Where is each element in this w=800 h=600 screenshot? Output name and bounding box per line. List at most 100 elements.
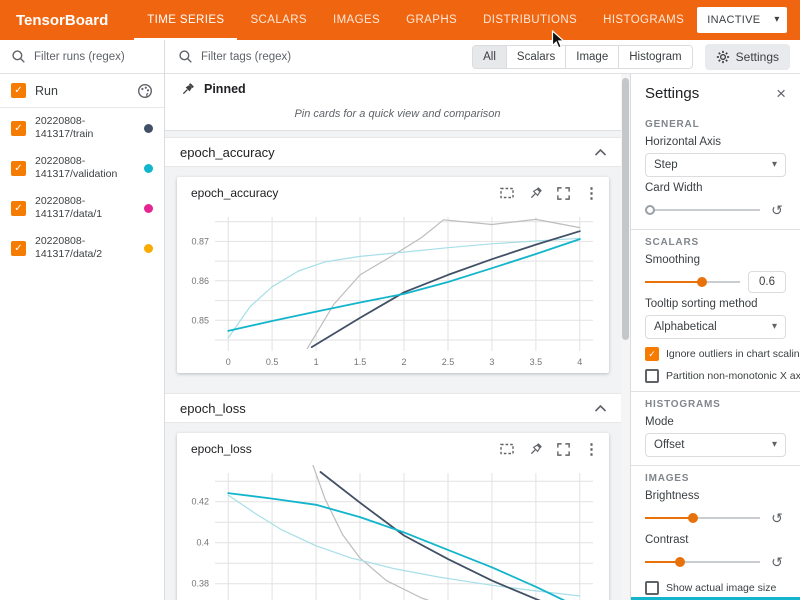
reset-icon[interactable]: ↺ — [768, 203, 786, 217]
card-header: epoch_loss ⋮ — [177, 433, 609, 465]
tags-filter-input[interactable] — [201, 51, 464, 63]
scrollbar-track[interactable] — [621, 74, 630, 600]
fullscreen-icon[interactable] — [556, 442, 571, 457]
main-region: All Scalars Image Histogram Settings Pin… — [165, 40, 800, 600]
section-header-epoch-loss[interactable]: epoch_loss — [165, 393, 630, 423]
pin-card-icon[interactable] — [528, 186, 543, 201]
divider — [631, 391, 800, 392]
partition-x-axis-label: Partition non-monotonic X axis — [666, 370, 800, 382]
run-name: 20220808-141317/data/1 — [35, 195, 102, 221]
color-palette-icon[interactable] — [137, 83, 153, 99]
smoothing-slider[interactable] — [645, 275, 740, 289]
epoch-accuracy-card: epoch_accuracy ⋮ 00.511.522.533.540.850.… — [177, 177, 609, 373]
smoothing-label: Smoothing — [645, 254, 786, 266]
tooltip-sorting-value: Alphabetical — [654, 321, 717, 333]
tags-toolbar: All Scalars Image Histogram Settings — [165, 40, 800, 74]
filter-scalars-button[interactable]: Scalars — [506, 46, 565, 68]
svg-text:0.38: 0.38 — [191, 579, 209, 589]
svg-text:0.4: 0.4 — [196, 538, 209, 548]
brightness-row: ↺ — [645, 507, 786, 529]
settings-panel-header: Settings × — [645, 74, 786, 112]
smoothing-row: 0.6 — [645, 271, 786, 293]
epoch-accuracy-chart[interactable]: 00.511.522.533.540.850.860.87 — [177, 209, 609, 373]
main-tabs: TIME SERIES SCALARS IMAGES GRAPHS DISTRI… — [134, 0, 697, 40]
contrast-slider[interactable] — [645, 555, 760, 569]
slider-track — [645, 209, 760, 211]
runs-sidebar: ✓ Run ✓ 20220808-141317/train ✓ 20220808… — [0, 40, 165, 600]
tab-images[interactable]: IMAGES — [320, 0, 393, 40]
partition-x-axis-checkbox[interactable] — [645, 369, 659, 383]
chevron-down-icon: ▾ — [772, 160, 777, 170]
tab-scalars[interactable]: SCALARS — [237, 0, 320, 40]
epoch-loss-chart[interactable]: 00.511.522.533.540.420.40.380.36 — [177, 465, 609, 600]
section-title: epoch_accuracy — [180, 145, 275, 160]
tooltip-sorting-select[interactable]: Alphabetical ▾ — [645, 315, 786, 339]
pin-card-icon[interactable] — [528, 442, 543, 457]
pinned-block: Pinned Pin cards for a quick view and co… — [165, 74, 630, 131]
runs-header-label: Run — [35, 84, 58, 98]
histogram-mode-select[interactable]: Offset ▾ — [645, 433, 786, 457]
horizontal-axis-select[interactable]: Step ▾ — [645, 153, 786, 177]
run-row-data-2[interactable]: ✓ 20220808-141317/data/2 — [0, 228, 164, 268]
chevron-up-icon[interactable] — [594, 148, 615, 157]
run-checkbox[interactable]: ✓ — [11, 241, 26, 256]
tab-histograms[interactable]: HISTOGRAMS — [590, 0, 697, 40]
run-row-train[interactable]: ✓ 20220808-141317/train — [0, 108, 164, 148]
tab-graphs[interactable]: GRAPHS — [393, 0, 470, 40]
slider-thumb[interactable] — [675, 557, 685, 567]
check-icon: ✓ — [14, 203, 22, 214]
slider-fill — [645, 281, 702, 283]
ignore-outliers-row[interactable]: ✓ Ignore outliers in chart scaling — [645, 347, 786, 361]
ignore-outliers-label: Ignore outliers in chart scaling — [666, 348, 800, 360]
more-options-icon[interactable]: ⋮ — [584, 442, 599, 457]
run-name: 20220808-141317/validation — [35, 155, 117, 181]
partition-x-axis-row[interactable]: Partition non-monotonic X axis i — [645, 369, 786, 383]
settings-button[interactable]: Settings — [705, 44, 790, 70]
reset-icon[interactable]: ↺ — [768, 511, 786, 525]
fullscreen-icon[interactable] — [556, 186, 571, 201]
chevron-up-icon[interactable] — [594, 404, 615, 413]
card-title: epoch_loss — [191, 442, 252, 456]
settings-button-label: Settings — [736, 50, 779, 64]
plugin-filter-group: All Scalars Image Histogram — [472, 45, 693, 69]
filter-all-button[interactable]: All — [473, 46, 506, 68]
slider-thumb[interactable] — [645, 205, 655, 215]
svg-text:4: 4 — [577, 357, 582, 367]
reset-icon[interactable]: ↺ — [768, 555, 786, 569]
slider-thumb[interactable] — [688, 513, 698, 523]
slider-thumb[interactable] — [697, 277, 707, 287]
svg-text:3.5: 3.5 — [530, 357, 543, 367]
run-row-validation[interactable]: ✓ 20220808-141317/validation — [0, 148, 164, 188]
ignore-outliers-checkbox[interactable]: ✓ — [645, 347, 659, 361]
scrollbar-thumb[interactable] — [622, 78, 629, 340]
run-row-data-1[interactable]: ✓ 20220808-141317/data/1 — [0, 188, 164, 228]
run-checkbox[interactable]: ✓ — [11, 121, 26, 136]
runs-filter-input[interactable] — [34, 51, 153, 63]
check-icon: ✓ — [14, 85, 22, 96]
show-actual-size-row[interactable]: Show actual image size — [645, 581, 786, 595]
filter-histogram-button[interactable]: Histogram — [618, 46, 691, 68]
run-select-all-checkbox[interactable]: ✓ — [11, 83, 26, 98]
brightness-slider[interactable] — [645, 511, 760, 525]
tab-time-series[interactable]: TIME SERIES — [134, 0, 237, 40]
divider — [631, 465, 800, 466]
card-width-row: ↺ — [645, 199, 786, 221]
histograms-section-label: HISTOGRAMS — [645, 399, 786, 410]
filter-image-button[interactable]: Image — [565, 46, 618, 68]
run-checkbox[interactable]: ✓ — [11, 161, 26, 176]
section-header-epoch-accuracy[interactable]: epoch_accuracy — [165, 137, 630, 167]
svg-text:0.42: 0.42 — [191, 497, 209, 507]
more-options-icon[interactable]: ⋮ — [584, 186, 599, 201]
pinned-header: Pinned — [165, 74, 630, 104]
run-checkbox[interactable]: ✓ — [11, 201, 26, 216]
fit-to-data-icon[interactable] — [499, 185, 515, 201]
card-width-slider[interactable] — [645, 203, 760, 217]
show-actual-size-checkbox[interactable] — [645, 581, 659, 595]
fit-to-data-icon[interactable] — [499, 441, 515, 457]
smoothing-value-input[interactable]: 0.6 — [748, 271, 786, 293]
run-color-dot — [144, 244, 153, 253]
tab-distributions[interactable]: DISTRIBUTIONS — [470, 0, 590, 40]
close-icon[interactable]: × — [776, 85, 786, 102]
svg-text:3: 3 — [489, 357, 494, 367]
reload-status-dropdown[interactable]: INACTIVE ▾ — [697, 7, 786, 33]
